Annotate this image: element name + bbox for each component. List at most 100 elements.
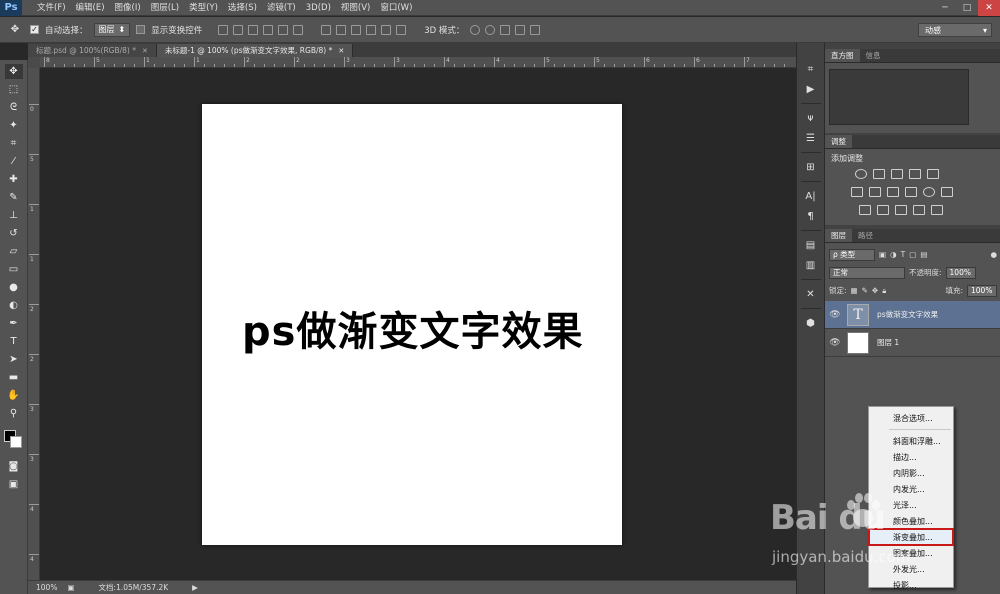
vertical-ruler[interactable]: 0 5 1 1 2 2 3 3 4 4 xyxy=(28,68,40,580)
lock-pixels-icon[interactable]: ▦ xyxy=(851,286,858,295)
zoom-level[interactable]: 100% xyxy=(36,583,57,592)
align-right-icon[interactable] xyxy=(293,24,304,35)
curves-icon[interactable] xyxy=(891,169,903,179)
dodge-tool-icon[interactable]: ◐ xyxy=(5,298,23,313)
align-hcenter-icon[interactable] xyxy=(278,24,289,35)
canvas-workspace[interactable]: ps做渐变文字效果 xyxy=(40,68,796,580)
menu-item-bevel-emboss[interactable]: 斜面和浮雕... xyxy=(869,433,953,449)
history-brush-tool-icon[interactable]: ↺ xyxy=(5,226,23,241)
ruler-origin[interactable] xyxy=(28,57,40,68)
gradient-tool-icon[interactable]: ▭ xyxy=(5,262,23,277)
tab-layers[interactable]: 图层 xyxy=(825,229,852,242)
menu-item-color-overlay[interactable]: 颜色叠加... xyxy=(869,513,953,529)
menu-item-drop-shadow[interactable]: 投影... xyxy=(869,577,953,593)
menu-item-outer-glow[interactable]: 外发光... xyxy=(869,561,953,577)
menu-3d[interactable]: 3D(D) xyxy=(301,0,336,16)
menu-item-blending-options[interactable]: 混合选项... xyxy=(869,410,953,426)
menu-item-gradient-overlay[interactable]: 渐变叠加... xyxy=(868,528,954,546)
horizontal-ruler[interactable]: 8 5 1 1 2 2 3 3 4 4 5 5 6 6 7 xyxy=(40,57,796,68)
marquee-tool-icon[interactable]: ⬚ xyxy=(5,82,23,97)
layer-row-text[interactable]: 👁︎ T ps做渐变文字效果 xyxy=(825,301,1000,329)
layer-row-pixel[interactable]: 👁︎ 图层 1 xyxy=(825,329,1000,357)
opacity-input[interactable]: 100% xyxy=(945,266,976,279)
posterize-icon[interactable] xyxy=(877,205,889,215)
character-panel-icon[interactable]: A| xyxy=(802,188,820,204)
align-top-icon[interactable] xyxy=(218,24,229,35)
history-panel-icon[interactable]: ⌗ xyxy=(802,61,820,77)
3d-panel-icon[interactable]: ⬢ xyxy=(802,315,820,331)
tab-document-2[interactable]: 未标题-1 @ 100% (ps做渐变文字效果, RGB/8) * ✕ xyxy=(156,44,354,57)
brightness-icon[interactable] xyxy=(855,169,867,179)
canvas-text-layer[interactable]: ps做渐变文字效果 xyxy=(242,299,583,357)
blend-mode-dropdown[interactable]: 正常 xyxy=(829,266,905,279)
eraser-tool-icon[interactable]: ▱ xyxy=(5,244,23,259)
fill-input[interactable]: 100% xyxy=(967,284,997,297)
tool-presets-icon[interactable]: ✕ xyxy=(802,286,820,302)
hue-saturation-icon[interactable] xyxy=(851,187,863,197)
tab-info[interactable]: 信息 xyxy=(860,49,887,62)
clone-source-icon[interactable]: ⊞ xyxy=(802,159,820,175)
eyedropper-tool-icon[interactable]: ⁄ xyxy=(5,154,23,169)
brush-presets-icon[interactable]: ☰ xyxy=(802,130,820,146)
path-selection-tool-icon[interactable]: ➤ xyxy=(5,352,23,367)
paragraph-panel-icon[interactable]: ¶ xyxy=(802,208,820,224)
3d-rotate-icon[interactable] xyxy=(470,24,481,35)
rectangle-tool-icon[interactable]: ▬ xyxy=(5,370,23,385)
gradient-map-icon[interactable] xyxy=(913,205,925,215)
close-icon[interactable]: ✕ xyxy=(338,47,344,55)
distribute-left-icon[interactable] xyxy=(366,24,377,35)
notes-panel-icon[interactable]: ▤ xyxy=(802,237,820,253)
3d-slide-icon[interactable] xyxy=(515,24,526,35)
channel-mixer-icon[interactable] xyxy=(923,187,935,197)
menu-layer[interactable]: 图层(L) xyxy=(146,0,184,16)
lock-position-icon[interactable]: ✥ xyxy=(872,286,878,295)
black-white-icon[interactable] xyxy=(887,187,899,197)
close-button[interactable]: ✕ xyxy=(978,0,1000,16)
auto-select-dropdown[interactable]: 图层 ⬍ xyxy=(93,22,131,37)
align-left-icon[interactable] xyxy=(263,24,274,35)
3d-drag-icon[interactable] xyxy=(500,24,511,35)
minimize-button[interactable]: ─ xyxy=(934,0,956,16)
exposure-icon[interactable] xyxy=(909,169,921,179)
tab-document-1[interactable]: 标题.psd @ 100%(RGB/8) * ✕ xyxy=(28,44,157,57)
screen-mode-icon[interactable]: ▣ xyxy=(5,477,23,492)
eye-icon[interactable]: 👁︎ xyxy=(827,338,843,348)
document-canvas[interactable]: ps做渐变文字效果 xyxy=(202,104,622,545)
tab-paths[interactable]: 路径 xyxy=(852,229,879,242)
vibrance-icon[interactable] xyxy=(927,169,939,179)
lock-all-icon[interactable]: 🔒︎ xyxy=(882,286,886,296)
filter-adjustment-icon[interactable]: ◑ xyxy=(890,250,897,259)
status-icon[interactable]: ▣ xyxy=(67,583,74,592)
menu-item-pattern-overlay[interactable]: 图案叠加... xyxy=(869,545,953,561)
auto-select-checkbox[interactable]: ✓ xyxy=(30,25,39,34)
3d-roll-icon[interactable] xyxy=(485,24,496,35)
filter-toggle-icon[interactable]: ● xyxy=(990,250,997,259)
menu-edit[interactable]: 编辑(E) xyxy=(71,0,110,16)
type-tool-icon[interactable]: T xyxy=(5,334,23,349)
color-lookup-icon[interactable] xyxy=(941,187,953,197)
quick-mask-icon[interactable]: ◙ xyxy=(5,459,23,474)
menu-type[interactable]: 类型(Y) xyxy=(184,0,223,16)
clone-stamp-tool-icon[interactable]: ⊥ xyxy=(5,208,23,223)
status-menu-arrow-icon[interactable]: ▶ xyxy=(192,583,198,592)
filter-pixel-icon[interactable]: ▣ xyxy=(879,250,886,259)
blur-tool-icon[interactable]: ● xyxy=(5,280,23,295)
tab-adjustments[interactable]: 调整 xyxy=(825,135,852,148)
filter-type-icon[interactable]: T xyxy=(901,250,906,259)
menu-item-inner-shadow[interactable]: 内阴影... xyxy=(869,465,953,481)
photo-filter-icon[interactable] xyxy=(905,187,917,197)
app-logo[interactable]: Ps xyxy=(0,0,22,16)
pen-tool-icon[interactable]: ✒ xyxy=(5,316,23,331)
distribute-vcenter-icon[interactable] xyxy=(336,24,347,35)
background-color-swatch[interactable] xyxy=(9,436,22,448)
menu-file[interactable]: 文件(F) xyxy=(32,0,71,16)
filter-shape-icon[interactable]: ▢ xyxy=(909,250,916,259)
brush-tool-icon[interactable]: ✎ xyxy=(5,190,23,205)
crop-tool-icon[interactable]: ⌗ xyxy=(5,136,23,151)
menu-select[interactable]: 选择(S) xyxy=(223,0,262,16)
workspace-dropdown[interactable]: 动感 ▾ xyxy=(918,23,992,37)
menu-image[interactable]: 图像(I) xyxy=(110,0,146,16)
distribute-top-icon[interactable] xyxy=(321,24,332,35)
eye-icon[interactable]: 👁︎ xyxy=(827,310,843,320)
invert-icon[interactable] xyxy=(859,205,871,215)
